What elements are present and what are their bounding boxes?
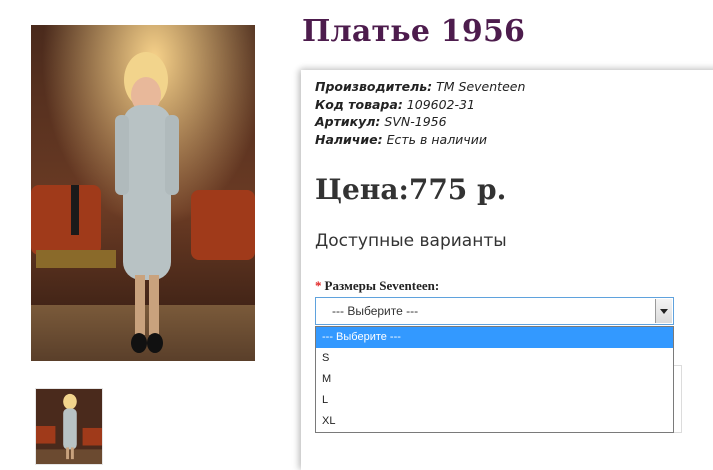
size-option-label: * Размеры Seventeen: <box>315 278 439 294</box>
product-info-panel: Производитель: ТМ Seventeen Код товара: … <box>301 70 713 470</box>
size-option-m[interactable]: M <box>316 369 673 390</box>
product-main-image[interactable] <box>31 25 255 361</box>
product-code-label: Код товара: <box>315 96 403 112</box>
article-label: Артикул: <box>315 114 381 129</box>
size-select[interactable]: --- Выберите --- <box>315 297 674 325</box>
size-option-xl[interactable]: XL <box>316 411 673 432</box>
availability-label: Наличие: <box>315 131 383 147</box>
availability-row: Наличие: Есть в наличии <box>315 131 525 149</box>
size-select-value: --- Выберите --- <box>332 304 419 318</box>
chevron-down-icon[interactable] <box>655 299 672 323</box>
product-price: Цена:775 р. <box>315 173 507 206</box>
size-option-label-text: Размеры Seventeen: <box>324 278 440 293</box>
product-code-row: Код товара: 109602-31 <box>315 96 525 114</box>
product-code-value: 109602-31 <box>406 96 475 112</box>
manufacturer-value: ТМ Seventeen <box>436 79 526 94</box>
product-thumbnail[interactable] <box>35 388 103 465</box>
page-title: Платье 1956 <box>302 14 526 49</box>
required-mark: * <box>315 278 322 293</box>
article-value: SVN-1956 <box>384 114 447 129</box>
size-option-s[interactable]: S <box>316 348 673 369</box>
article-row: Артикул: SVN-1956 <box>315 113 525 131</box>
product-attributes: Производитель: ТМ Seventeen Код товара: … <box>315 78 525 148</box>
size-option-l[interactable]: L <box>316 390 673 411</box>
manufacturer-row: Производитель: ТМ Seventeen <box>315 78 525 96</box>
available-options-heading: Доступные варианты <box>315 231 507 251</box>
availability-value: Есть в наличии <box>386 131 487 147</box>
size-dropdown-list[interactable]: --- Выберите --- S M L XL <box>315 326 674 433</box>
manufacturer-label: Производитель: <box>315 79 433 94</box>
size-option-placeholder[interactable]: --- Выберите --- <box>316 327 673 348</box>
